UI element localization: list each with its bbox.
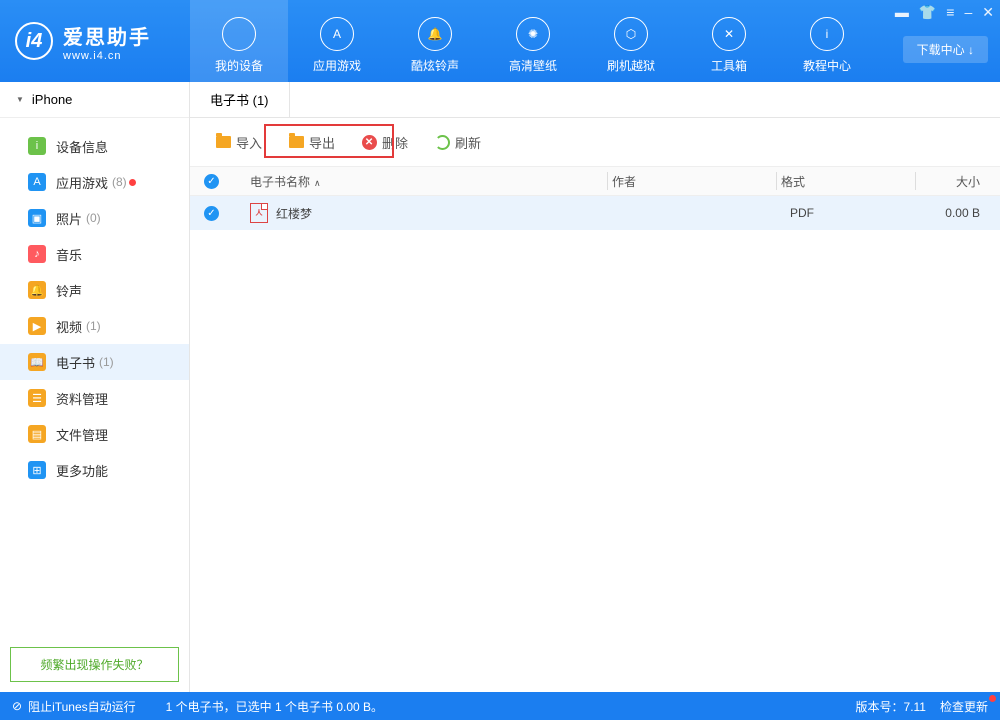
nav-icon: i bbox=[810, 17, 844, 51]
app-url: www.i4.cn bbox=[63, 50, 151, 62]
column-author[interactable]: 作者 bbox=[612, 173, 772, 190]
table-header: ✓ 电子书名称∧ 作者 格式 大小 bbox=[190, 166, 1000, 196]
nav-tab-4[interactable]: ⬡刷机越狱 bbox=[582, 0, 680, 82]
app-title: 爱思助手 bbox=[63, 21, 151, 50]
column-format[interactable]: 格式 bbox=[781, 173, 911, 190]
delete-icon: ✕ bbox=[361, 134, 377, 150]
refresh-icon bbox=[434, 134, 450, 150]
sidebar-icon: ▤ bbox=[28, 425, 46, 443]
device-selector[interactable]: iPhone bbox=[0, 82, 189, 118]
sidebar-item-5[interactable]: ▶视频(1) bbox=[0, 308, 189, 344]
check-circle-icon: ⊘ bbox=[12, 699, 22, 713]
sidebar-item-0[interactable]: i设备信息 bbox=[0, 128, 189, 164]
delete-button[interactable]: ✕ 删除 bbox=[350, 127, 419, 158]
toolbar: 导入 导出 ✕ 删除 刷新 bbox=[190, 118, 1000, 166]
folder-export-icon bbox=[288, 134, 304, 150]
nav-tab-1[interactable]: A应用游戏 bbox=[288, 0, 386, 82]
table-row[interactable]: ✓人红楼梦PDF0.00 B bbox=[190, 196, 1000, 230]
folder-import-icon bbox=[215, 134, 231, 150]
download-center-button[interactable]: 下载中心 ↓ bbox=[903, 36, 988, 63]
help-link[interactable]: 频繁出现操作失败？ bbox=[10, 647, 179, 682]
sidebar-item-6[interactable]: 📖电子书(1) bbox=[0, 344, 189, 380]
nav-icon: ✕ bbox=[712, 17, 746, 51]
version-label: 版本号：7.11 bbox=[856, 698, 926, 715]
sidebar-icon: 🔔 bbox=[28, 281, 46, 299]
sidebar-icon: ☰ bbox=[28, 389, 46, 407]
nav-tab-0[interactable]: 我的设备 bbox=[190, 0, 288, 82]
nav-tabs: 我的设备A应用游戏🔔酷炫铃声✺高清壁纸⬡刷机越狱✕工具箱i教程中心 bbox=[190, 0, 1000, 82]
nav-icon bbox=[222, 17, 256, 51]
sidebar-item-9[interactable]: ⊞更多功能 bbox=[0, 452, 189, 488]
minimize-icon[interactable]: – bbox=[964, 4, 972, 21]
nav-icon: 🔔 bbox=[418, 17, 452, 51]
sidebar-item-4[interactable]: 🔔铃声 bbox=[0, 272, 189, 308]
feedback-icon[interactable]: ▬ bbox=[895, 4, 909, 21]
header: i4 爱思助手 www.i4.cn 我的设备A应用游戏🔔酷炫铃声✺高清壁纸⬡刷机… bbox=[0, 0, 1000, 82]
content-area: 电子书 (1) 导入 导出 ✕ 删除 刷新 ✓ 电子书名称∧ bbox=[190, 82, 1000, 692]
sidebar-item-7[interactable]: ☰资料管理 bbox=[0, 380, 189, 416]
notification-dot bbox=[129, 179, 136, 186]
sidebar-item-1[interactable]: A应用游戏(8) bbox=[0, 164, 189, 200]
status-bar: ⊘ 阻止iTunes自动运行 1 个电子书，已选中 1 个电子书 0.00 B。… bbox=[0, 692, 1000, 720]
sidebar-icon: ▶ bbox=[28, 317, 46, 335]
sidebar-item-2[interactable]: ▣照片(0) bbox=[0, 200, 189, 236]
nav-tab-6[interactable]: i教程中心 bbox=[778, 0, 876, 82]
menu-icon[interactable]: ≡ bbox=[946, 4, 954, 21]
export-button[interactable]: 导出 bbox=[277, 127, 346, 158]
nav-tab-3[interactable]: ✺高清壁纸 bbox=[484, 0, 582, 82]
tab-bar: 电子书 (1) bbox=[190, 82, 1000, 118]
sort-asc-icon: ∧ bbox=[314, 178, 321, 188]
nav-icon: ✺ bbox=[516, 17, 550, 51]
select-all-checkbox[interactable]: ✓ bbox=[204, 174, 219, 189]
sidebar: iPhone i设备信息A应用游戏(8)▣照片(0)♪音乐🔔铃声▶视频(1)📖电… bbox=[0, 82, 190, 692]
nav-icon: ⬡ bbox=[614, 17, 648, 51]
selection-status: 1 个电子书，已选中 1 个电子书 0.00 B。 bbox=[166, 698, 383, 715]
sidebar-icon: ♪ bbox=[28, 245, 46, 263]
row-checkbox[interactable]: ✓ bbox=[204, 206, 219, 221]
nav-tab-2[interactable]: 🔔酷炫铃声 bbox=[386, 0, 484, 82]
sidebar-icon: ▣ bbox=[28, 209, 46, 227]
nav-tab-5[interactable]: ✕工具箱 bbox=[680, 0, 778, 82]
logo-badge: i4 bbox=[15, 22, 53, 60]
import-button[interactable]: 导入 bbox=[204, 127, 273, 158]
window-controls: ▬ 👕 ≡ – ✕ bbox=[895, 4, 994, 21]
close-icon[interactable]: ✕ bbox=[982, 4, 994, 21]
tab-ebooks[interactable]: 电子书 (1) bbox=[190, 82, 290, 117]
pdf-file-icon: 人 bbox=[250, 203, 268, 223]
logo[interactable]: i4 爱思助手 www.i4.cn bbox=[0, 0, 190, 82]
sidebar-icon: A bbox=[28, 173, 46, 191]
sidebar-icon: ⊞ bbox=[28, 461, 46, 479]
block-itunes-toggle[interactable]: ⊘ 阻止iTunes自动运行 bbox=[12, 698, 136, 715]
check-update-button[interactable]: 检查更新 bbox=[940, 698, 988, 715]
sidebar-icon: i bbox=[28, 137, 46, 155]
refresh-button[interactable]: 刷新 bbox=[423, 127, 492, 158]
sidebar-icon: 📖 bbox=[28, 353, 46, 371]
skin-icon[interactable]: 👕 bbox=[919, 4, 936, 21]
nav-icon: A bbox=[320, 17, 354, 51]
sidebar-item-8[interactable]: ▤文件管理 bbox=[0, 416, 189, 452]
column-size[interactable]: 大小 bbox=[920, 173, 1000, 190]
sidebar-item-3[interactable]: ♪音乐 bbox=[0, 236, 189, 272]
column-name[interactable]: 电子书名称∧ bbox=[234, 173, 603, 190]
